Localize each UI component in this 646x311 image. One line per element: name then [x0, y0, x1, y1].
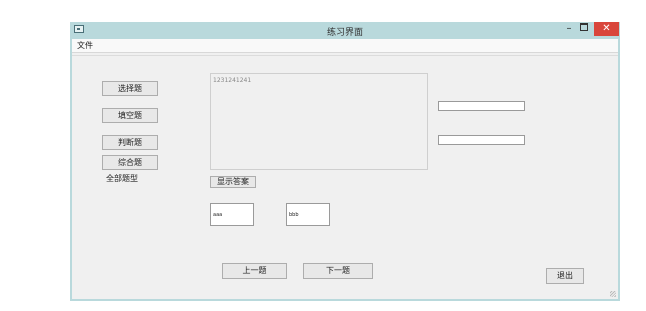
close-button[interactable]: ✕: [594, 22, 619, 36]
next-question-button[interactable]: 下一题: [303, 263, 373, 279]
app-window: 练习界面 – ✕ 文件 选择题 填空题 判断题 综合题 全部题型 1231241…: [70, 22, 620, 301]
answer-input-1[interactable]: [438, 101, 525, 111]
answer-box-a[interactable]: aaa: [210, 203, 254, 226]
maximize-button[interactable]: [575, 22, 593, 37]
show-answer-button[interactable]: 显示答案: [210, 176, 256, 188]
choice-question-button[interactable]: 选择题: [102, 81, 158, 96]
question-textarea[interactable]: 1231241241: [210, 73, 428, 170]
prev-question-button[interactable]: 上一题: [222, 263, 287, 279]
title-bar[interactable]: 练习界面 – ✕: [70, 22, 620, 39]
client-area: 文件 选择题 填空题 判断题 综合题 全部题型 1231241241 显示答案 …: [72, 39, 618, 299]
resize-grip[interactable]: [610, 291, 616, 297]
comprehensive-button[interactable]: 综合题: [102, 155, 158, 170]
answer-box-b[interactable]: bbb: [286, 203, 330, 226]
maximize-icon: [580, 22, 588, 31]
divider: [72, 55, 618, 56]
menu-bar: 文件: [72, 39, 618, 53]
true-false-button[interactable]: 判断题: [102, 135, 158, 150]
answer-input-2[interactable]: [438, 135, 525, 145]
exit-button[interactable]: 退出: [546, 268, 584, 284]
all-types-label: 全部题型: [106, 174, 138, 183]
fill-blank-button[interactable]: 填空题: [102, 108, 158, 123]
menu-file[interactable]: 文件: [77, 40, 93, 51]
window-title: 练习界面: [326, 28, 363, 38]
